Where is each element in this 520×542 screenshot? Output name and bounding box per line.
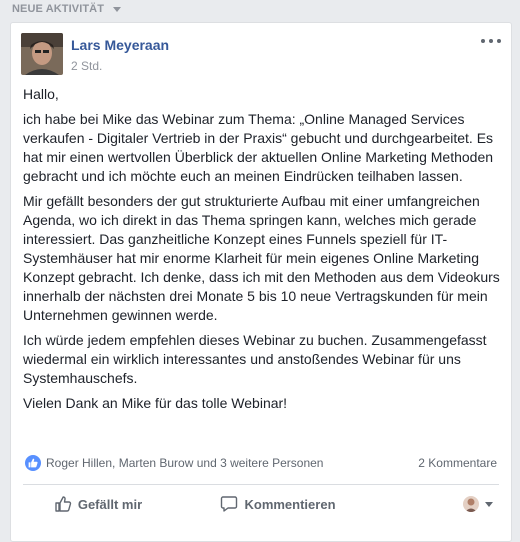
- post-card: Lars Meyeraan 2 Std. Hallo, ich habe bei…: [10, 22, 512, 542]
- like-reaction-icon[interactable]: [25, 455, 41, 471]
- like-button[interactable]: Gefällt mir: [23, 495, 173, 513]
- post-paragraph: Ich würde jedem empfehlen dieses Webinar…: [23, 332, 487, 386]
- post-paragraph: Hallo,: [23, 86, 59, 102]
- comment-label: Kommentieren: [244, 496, 336, 512]
- comment-icon: [221, 496, 238, 512]
- comments-count[interactable]: 2 Kommentare: [418, 456, 497, 470]
- post-timestamp[interactable]: 2 Std.: [71, 59, 102, 73]
- post-paragraph: Mir gefällt besonders der gut strukturie…: [23, 193, 500, 323]
- reaction-bar: Roger Hillen, Marten Burow und 3 weitere…: [25, 451, 497, 475]
- action-bar: Gefällt mir Kommentieren: [23, 488, 499, 520]
- post-paragraph: ich habe bei Mike das Webinar zum Thema:…: [23, 111, 494, 184]
- reaction-names[interactable]: Roger Hillen, Marten Burow und 3 weitere…: [46, 456, 418, 470]
- user-avatar: [463, 496, 479, 512]
- post-paragraph: Vielen Dank an Mike für das tolle Webina…: [23, 395, 288, 411]
- author-name[interactable]: Lars Meyeraan: [71, 37, 169, 53]
- section-header[interactable]: NEUE AKTIVITÄT: [12, 3, 122, 15]
- comment-button[interactable]: Kommentieren: [193, 495, 363, 513]
- more-options-icon[interactable]: [481, 35, 501, 47]
- reaction-identity-selector[interactable]: [463, 496, 493, 512]
- section-title: NEUE AKTIVITÄT: [12, 3, 105, 15]
- avatar[interactable]: [21, 33, 63, 75]
- like-label: Gefällt mir: [77, 496, 143, 512]
- post-text: Hallo, ich habe bei Mike das Webinar zum…: [23, 85, 503, 419]
- thumbs-up-icon: [55, 496, 72, 512]
- chevron-down-icon[interactable]: [113, 7, 122, 12]
- chevron-down-icon: [485, 501, 493, 507]
- divider: [23, 484, 499, 485]
